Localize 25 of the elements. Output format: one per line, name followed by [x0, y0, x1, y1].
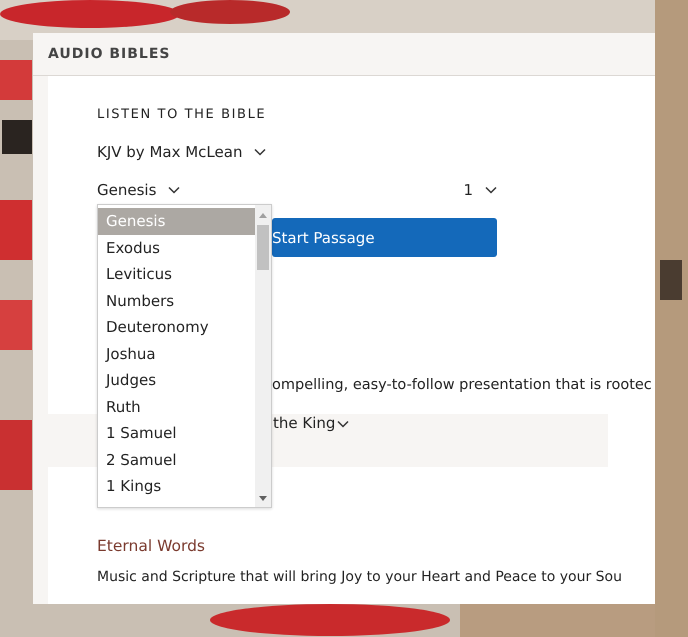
scroll-down-icon[interactable]: [259, 496, 267, 501]
start-passage-button[interactable]: Start Passage: [272, 218, 497, 257]
chevron-down-icon: [168, 186, 180, 194]
dropdown-option[interactable]: Exodus: [98, 234, 255, 261]
panel-title: AUDIO BIBLES: [48, 46, 170, 62]
chevron-down-icon: [337, 420, 350, 428]
chapter-select[interactable]: 1: [463, 179, 497, 201]
version-select[interactable]: KJV by Max McLean: [97, 141, 266, 163]
section-title: Eternal Words: [97, 537, 206, 555]
section-text: Music and Scripture that will bring Joy to your Heart and Peace to your Sou: [97, 569, 623, 585]
chevron-down-icon: [485, 186, 497, 194]
dropdown-option[interactable]: 1 Samuel: [98, 420, 255, 446]
chevron-down-icon: [254, 148, 266, 156]
dropdown-option[interactable]: Leviticus: [98, 261, 255, 288]
scrollbar[interactable]: [255, 205, 271, 507]
dropdown-option[interactable]: Judges: [98, 367, 255, 394]
dropdown-option[interactable]: 1 Kings: [98, 473, 255, 500]
book-select[interactable]: Genesis: [97, 179, 180, 201]
dropdown-option[interactable]: Joshua: [98, 340, 255, 367]
section-heading: LISTEN TO THE BIBLE: [97, 107, 268, 124]
scroll-up-icon[interactable]: [259, 213, 267, 218]
scroll-thumb[interactable]: [257, 225, 269, 270]
description-text: ompelling, easy-to-follow presentation that is rootec: [272, 377, 652, 395]
dropdown-option[interactable]: Numbers: [98, 288, 255, 314]
dropdown-option[interactable]: Deuteronomy: [98, 314, 255, 340]
